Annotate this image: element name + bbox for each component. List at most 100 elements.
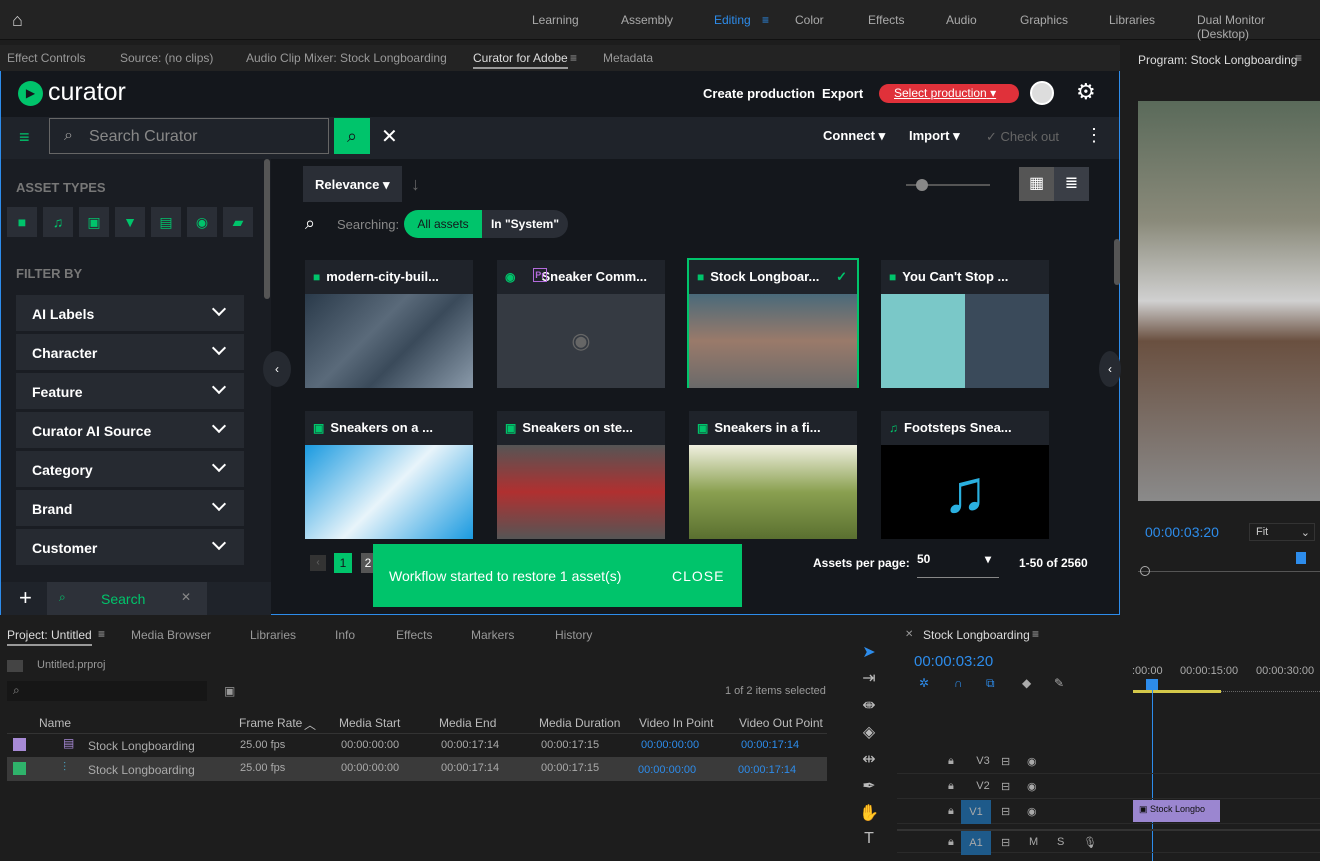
col-video-in[interactable]: Video In Point (639, 716, 714, 730)
ws-assembly[interactable]: Assembly (621, 13, 673, 27)
col-media-start[interactable]: Media Start (339, 716, 400, 730)
track-label[interactable]: A1 (961, 831, 991, 855)
col-name[interactable]: Name (39, 716, 71, 730)
ws-effects[interactable]: Effects (868, 13, 904, 27)
select-production-button[interactable]: Select production ▾ (879, 84, 1019, 103)
asset-card[interactable]: ▣ Sneakers on ste... (497, 411, 665, 539)
sort-dropdown[interactable]: Relevance ▾ (303, 166, 402, 202)
wrench-icon[interactable]: ✎ (1054, 676, 1064, 690)
avatar[interactable] (1030, 81, 1054, 105)
ripple-edit-tool-icon[interactable]: ⇼ (857, 695, 881, 715)
track-label[interactable]: V1 (961, 800, 991, 824)
per-page-select[interactable]: 50 ▾ (917, 552, 999, 578)
sync-lock-icon[interactable]: ⊟ (1001, 780, 1010, 793)
eye-icon[interactable]: ◉ (1027, 805, 1037, 818)
tab-audio-mixer[interactable]: Audio Clip Mixer: Stock Longboarding (246, 51, 447, 65)
create-production-button[interactable]: Create production (703, 86, 815, 101)
filter-customer[interactable]: Customer (16, 529, 244, 565)
more-options-icon[interactable]: ⋮ (1085, 125, 1103, 146)
filter-category[interactable]: Category (16, 451, 244, 487)
filter-character[interactable]: Character (16, 334, 244, 370)
sequence-tab[interactable]: Stock Longboarding (923, 628, 1030, 642)
close-icon[interactable]: ✕ (181, 590, 191, 604)
solo-button[interactable]: S (1057, 836, 1064, 848)
collapse-left-icon[interactable]: ‹ (263, 351, 291, 387)
mute-button[interactable]: M (1029, 836, 1038, 848)
tab-effect-controls[interactable]: Effect Controls (7, 51, 85, 65)
filter-ai-labels[interactable]: AI Labels (16, 295, 244, 331)
eye-icon[interactable]: ◉ (1027, 780, 1037, 793)
scope-all-assets[interactable]: All assets (404, 210, 482, 238)
table-row-selected[interactable]: ⫶ Stock Longboarding 25.00 fps 00:00:00:… (7, 757, 827, 781)
cell-video-out[interactable]: 00:00:17:14 (741, 739, 799, 751)
tab-libraries[interactable]: Libraries (250, 628, 296, 642)
filter-ai-source[interactable]: Curator AI Source (16, 412, 244, 448)
eye-icon[interactable]: ◉ (1027, 755, 1037, 768)
cell-video-out[interactable]: 00:00:17:14 (738, 764, 796, 776)
prev-page-button[interactable]: ‹ (310, 555, 326, 571)
tab-history[interactable]: History (555, 628, 592, 642)
ws-menu-icon[interactable]: ≡ (762, 13, 769, 27)
lock-icon[interactable]: 🔒︎ (948, 836, 954, 849)
sort-ascending-icon[interactable]: ︿ (304, 716, 316, 733)
tab-effects[interactable]: Effects (396, 628, 432, 642)
col-video-out[interactable]: Video Out Point (739, 716, 823, 730)
close-icon[interactable]: ✕ (905, 629, 913, 640)
tab-media-browser[interactable]: Media Browser (131, 628, 211, 642)
tab-curator[interactable]: Curator for Adobe (473, 51, 568, 69)
collapse-right-icon[interactable]: ‹ (1099, 351, 1121, 387)
ws-dual-monitor[interactable]: Dual Monitor (Desktop) (1197, 13, 1320, 41)
sidebar-scrollbar[interactable] (264, 159, 270, 299)
sync-lock-icon[interactable]: ⊟ (1001, 755, 1010, 768)
asset-card[interactable]: ♫ Footsteps Snea... ♫ (881, 411, 1049, 539)
sync-lock-icon[interactable]: ⊟ (1001, 836, 1010, 849)
tab-markers[interactable]: Markers (471, 628, 514, 642)
selection-tool-icon[interactable]: ➤ (857, 642, 881, 662)
video-type-icon[interactable]: ■ (7, 207, 37, 237)
program-playhead[interactable] (1296, 552, 1306, 564)
label-color-swatch[interactable] (13, 738, 26, 751)
linked-selection-icon[interactable]: ⧉ (986, 676, 995, 691)
slider-thumb[interactable] (916, 179, 928, 191)
work-area-bar[interactable] (1133, 690, 1221, 693)
grid-view-icon[interactable]: ▦ (1019, 167, 1054, 201)
asset-card-selected[interactable]: ■ Stock Longboar... ✓ (687, 258, 859, 388)
list-view-icon[interactable]: ≣ (1054, 167, 1089, 201)
home-icon[interactable]: ⌂ (12, 10, 23, 31)
timeline-clip[interactable]: ▣ Stock Longbo (1133, 800, 1220, 822)
export-button[interactable]: Export (822, 86, 863, 101)
asset-card[interactable]: ■ You Can't Stop ... (881, 260, 1049, 388)
sync-lock-icon[interactable]: ⊟ (1001, 805, 1010, 818)
film-type-icon[interactable]: ▤ (151, 207, 181, 237)
timeline-playhead[interactable] (1146, 679, 1158, 690)
col-media-duration[interactable]: Media Duration (539, 716, 620, 730)
asset-card[interactable]: ▣ Sneakers on a ... (305, 411, 473, 539)
hand-tool-icon[interactable]: ✋ (857, 803, 881, 823)
type-tool-icon[interactable]: T (857, 830, 881, 850)
program-timecode[interactable]: 00:00:03:20 (1145, 524, 1219, 540)
lock-icon[interactable]: 🔒︎ (948, 755, 954, 768)
image-type-icon[interactable]: ▣ (79, 207, 109, 237)
toast-close-button[interactable]: CLOSE (672, 568, 724, 584)
connect-button[interactable]: Connect ▾ (823, 128, 885, 144)
tab-metadata[interactable]: Metadata (603, 51, 653, 65)
search-tab[interactable]: ⌕ Search ✕ (47, 582, 207, 615)
lock-icon[interactable]: 🔒︎ (948, 805, 954, 818)
fit-select[interactable]: Fit ⌄ (1249, 523, 1315, 541)
nest-icon[interactable]: ✲ (919, 676, 929, 690)
add-marker-icon[interactable]: ◆ (1022, 676, 1031, 690)
timeline-timecode[interactable]: 00:00:03:20 (914, 653, 993, 670)
bookmark-type-icon[interactable]: ▼ (115, 207, 145, 237)
checkout-button[interactable]: ✓ Check out (986, 129, 1059, 145)
search-input[interactable]: ⌕ Search Curator (49, 118, 329, 154)
asset-card[interactable]: ◉ Pr Sneaker Comm... ◉ (497, 260, 665, 388)
ws-graphics[interactable]: Graphics (1020, 13, 1068, 27)
snap-icon[interactable]: ∩ (954, 676, 963, 690)
ws-color[interactable]: Color (795, 13, 824, 27)
lock-icon[interactable]: 🔒︎ (948, 780, 954, 793)
clear-search-icon[interactable]: ✕ (381, 124, 398, 149)
tab-source[interactable]: Source: (no clips) (120, 51, 213, 65)
table-row[interactable]: ▤ Stock Longboarding 25.00 fps 00:00:00:… (7, 735, 827, 757)
program-scroll-handle[interactable] (1140, 566, 1150, 576)
panel-menu-icon[interactable]: ≡ (570, 51, 577, 65)
